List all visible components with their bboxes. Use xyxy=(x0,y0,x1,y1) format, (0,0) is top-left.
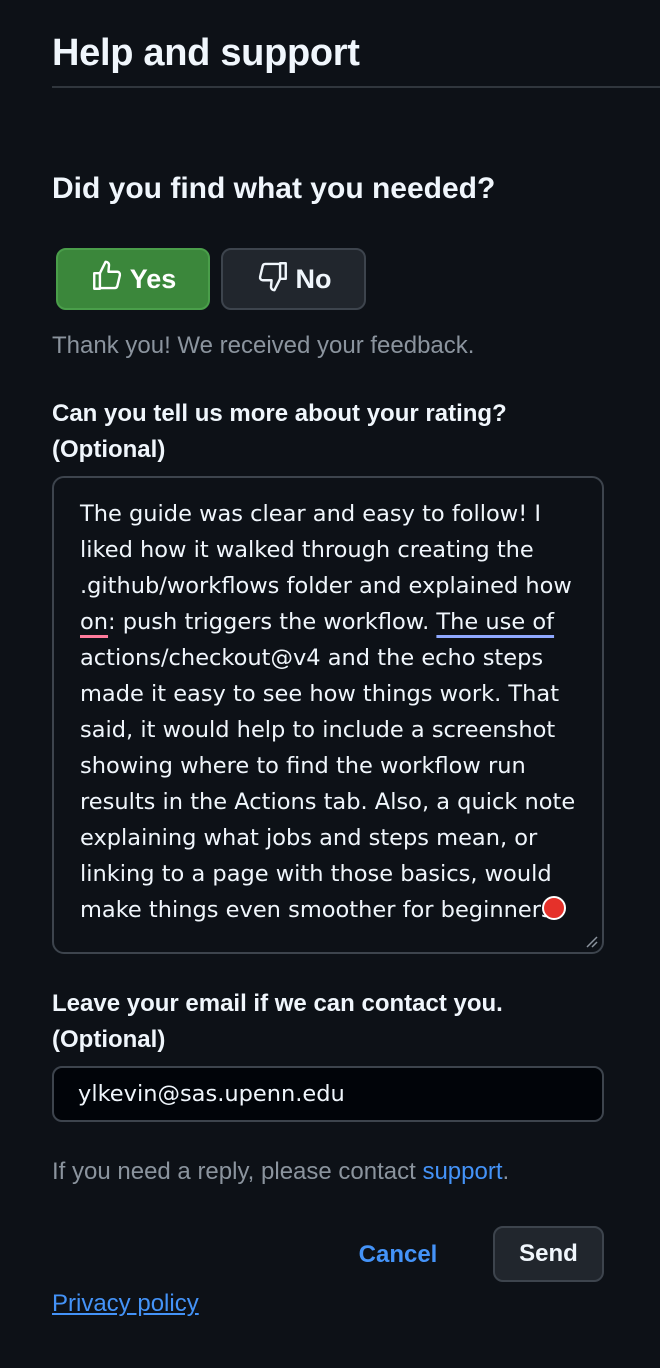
feedback-question: Did you find what you needed? xyxy=(52,172,496,205)
rating-details-textarea[interactable]: The guide was clear and easy to follow! … xyxy=(52,476,604,954)
text-segment: : push triggers the workflow. xyxy=(108,609,437,635)
title-divider xyxy=(52,86,660,88)
text-segment: actions/checkout@v4 and the echo steps m… xyxy=(80,645,576,923)
grammar-assistant-icon[interactable] xyxy=(542,896,566,920)
rating-details-text: The guide was clear and easy to follow! … xyxy=(80,496,586,928)
yes-button-label: Yes xyxy=(129,263,177,294)
misspelled-word[interactable]: on xyxy=(80,609,108,635)
yes-button[interactable]: Yes xyxy=(56,248,210,310)
reply-note-suffix: . xyxy=(502,1158,510,1185)
rating-details-label: Can you tell us more about your rating? … xyxy=(52,396,612,468)
no-button-label: No xyxy=(295,263,332,294)
support-link[interactable]: support xyxy=(422,1158,502,1185)
email-label: Leave your email if we can contact you. … xyxy=(52,986,612,1058)
email-label-text: Leave your email if we can contact you. xyxy=(52,990,503,1017)
reply-note-text: If you need a reply, please contact xyxy=(52,1158,423,1185)
send-button[interactable]: Send xyxy=(493,1226,604,1282)
rating-label-text: Can you tell us more about your rating? xyxy=(52,400,507,427)
thumbs-up-icon xyxy=(90,259,124,300)
no-button[interactable]: No xyxy=(221,248,366,310)
thanks-message: Thank you! We received your feedback. xyxy=(52,332,475,359)
rating-label-optional: (Optional) xyxy=(52,436,166,463)
grammar-flagged-phrase[interactable]: The use of xyxy=(436,609,554,635)
privacy-policy-link[interactable]: Privacy policy xyxy=(52,1290,199,1318)
email-label-optional: (Optional) xyxy=(52,1026,166,1053)
page-title: Help and support xyxy=(52,32,360,74)
reply-note: If you need a reply, please contact supp… xyxy=(52,1158,509,1186)
resize-handle-icon[interactable] xyxy=(584,934,598,948)
thumbs-down-icon xyxy=(256,259,290,300)
email-field[interactable] xyxy=(52,1066,604,1122)
cancel-button[interactable]: Cancel xyxy=(340,1228,456,1282)
text-segment: The guide was clear and easy to follow! … xyxy=(80,501,572,599)
